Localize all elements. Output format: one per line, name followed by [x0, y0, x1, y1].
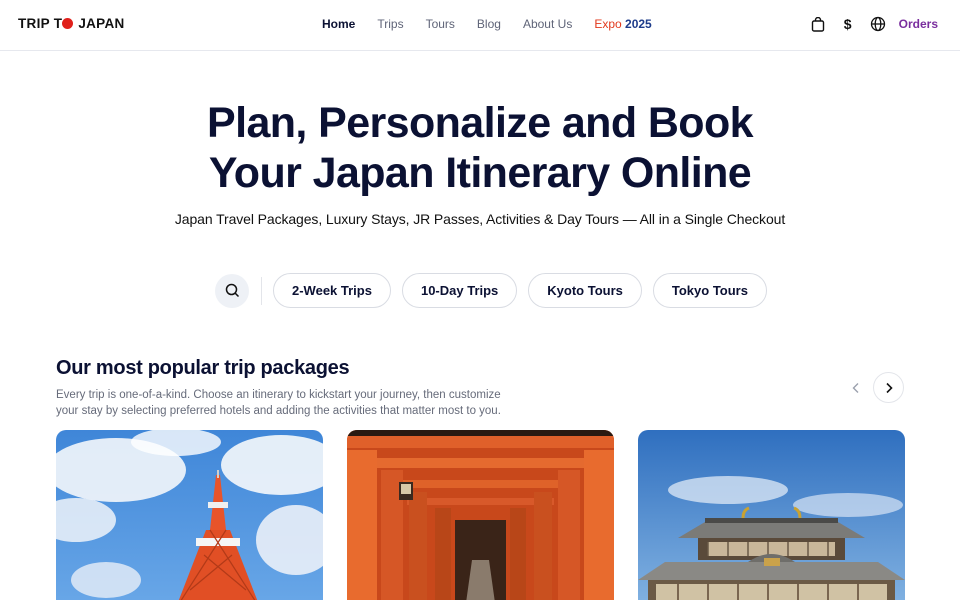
chip-2-week-trips[interactable]: 2-Week Trips: [273, 273, 391, 308]
temple-photo: [638, 430, 905, 600]
expo-label: Expo: [594, 17, 622, 31]
carousel-next-button[interactable]: [873, 372, 904, 403]
orders-link[interactable]: Orders: [899, 17, 938, 31]
chevron-left-icon: [852, 382, 858, 393]
trip-card-tokyo-tower[interactable]: [56, 430, 323, 600]
hero-title: Plan, Personalize and Book Your Japan It…: [0, 98, 960, 198]
chip-kyoto-tours[interactable]: Kyoto Tours: [528, 273, 642, 308]
nav-blog[interactable]: Blog: [477, 17, 501, 31]
tokyo-tower-photo: [56, 430, 323, 600]
chip-10-day-trips[interactable]: 10-Day Trips: [401, 273, 518, 308]
globe-icon[interactable]: [869, 15, 887, 33]
trip-card-temple[interactable]: [638, 430, 905, 600]
expo-year: 2025: [625, 17, 652, 31]
nav-home[interactable]: Home: [322, 17, 355, 31]
section-description: Every trip is one-of-a-kind. Choose an i…: [56, 389, 501, 417]
search-icon: [225, 283, 239, 298]
chip-tokyo-tours[interactable]: Tokyo Tours: [652, 273, 767, 308]
chips-divider: [261, 276, 262, 305]
nav-trips[interactable]: Trips: [377, 17, 403, 31]
site-header: TRIP T JAPAN Home Trips Tours Blog About…: [0, 0, 960, 51]
torii-gates-photo: [347, 430, 614, 600]
carousel-prev-button[interactable]: [840, 372, 871, 403]
hero-title-line1: Plan, Personalize and Book: [207, 99, 754, 147]
trip-card-torii-gates[interactable]: [347, 430, 614, 600]
nav-about-us[interactable]: About Us: [523, 17, 572, 31]
header-actions: $ Orders: [809, 15, 938, 33]
hero-subtitle: Japan Travel Packages, Luxury Stays, JR …: [174, 211, 786, 227]
hero-title-line2: Your Japan Itinerary Online: [208, 149, 752, 197]
chevron-right-icon: [885, 382, 893, 393]
nav-expo-2025[interactable]: Expo 2025: [594, 17, 651, 31]
dollar-icon[interactable]: $: [839, 15, 857, 33]
logo-red-dot-icon: [62, 18, 74, 29]
quick-links: 2-Week Trips 10-Day Trips Kyoto Tours To…: [215, 273, 778, 308]
site-logo[interactable]: TRIP T JAPAN: [18, 16, 125, 31]
logo-text-start: TRIP T: [18, 16, 63, 31]
main-nav: Home Trips Tours Blog About Us Expo 2025: [322, 17, 652, 31]
logo-text-end: JAPAN: [78, 16, 125, 31]
section-title: Our most popular trip packages: [56, 357, 350, 379]
search-button[interactable]: [215, 273, 249, 308]
shopping-bag-icon[interactable]: [809, 15, 827, 33]
nav-tours[interactable]: Tours: [426, 17, 455, 31]
